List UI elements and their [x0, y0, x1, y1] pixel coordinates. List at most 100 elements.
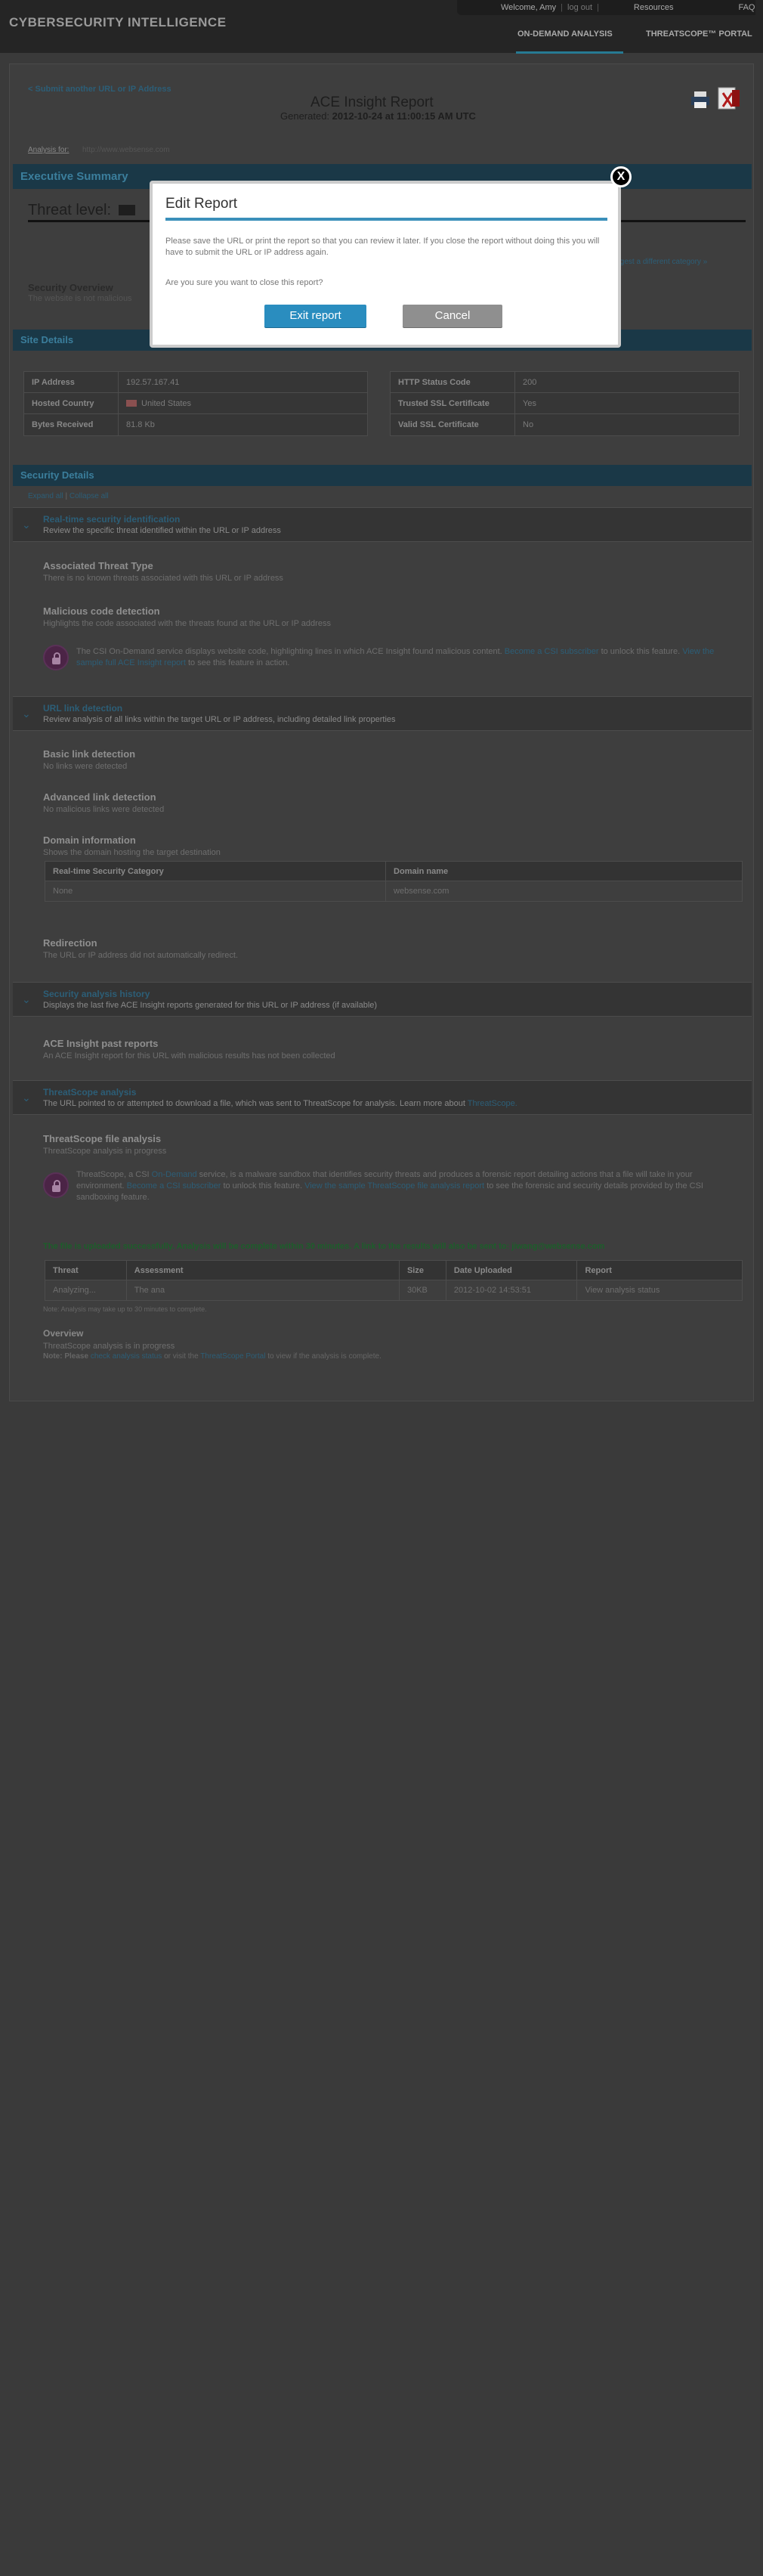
file-analysis-title: ThreatScope file analysis	[43, 1133, 162, 1144]
threatscope-learn-link[interactable]: ThreatScope.	[468, 1099, 517, 1108]
dialog-title: Edit Report	[165, 196, 238, 212]
section-threatscope[interactable]: ⌄ ThreatScope analysis The URL pointed t…	[13, 1080, 752, 1115]
redirection-text: The URL or IP address did not automatica…	[43, 951, 239, 960]
table-row: Analyzing... The ana 30KB 2012-10-02 14:…	[45, 1280, 742, 1300]
user-strip: Welcome, Amy | log out | Resources FAQ	[457, 0, 755, 15]
suggest-category-link[interactable]: Suggest a different category »	[607, 258, 707, 266]
kv-row: Trusted SSL Certificate Yes	[391, 393, 739, 414]
generated-label: Generated:	[280, 110, 330, 122]
kv-key: Bytes Received	[24, 414, 119, 435]
table-cell: websense.com	[394, 887, 449, 896]
on-demand-link[interactable]: On-Demand	[152, 1170, 197, 1179]
text: to unlock this feature.	[601, 647, 681, 656]
chevron-down-icon[interactable]: ⌄	[22, 519, 31, 531]
kv-value: 192.57.167.41	[126, 378, 180, 387]
text: The CSI On-Demand service displays websi…	[76, 647, 502, 656]
kv-row: Hosted Country United States	[24, 393, 367, 414]
section-url-link-detection[interactable]: ⌄ URL link detection Review analysis of …	[13, 696, 752, 731]
col-header: Date Uploaded	[446, 1261, 578, 1280]
text: to see this feature in action.	[187, 658, 290, 667]
flag-icon	[119, 205, 135, 215]
chevron-down-icon[interactable]: ⌄	[22, 707, 31, 720]
col-header: Size	[400, 1261, 446, 1280]
expand-collapse: Expand all | Collapse all	[28, 492, 109, 500]
resources-link[interactable]: Resources	[634, 3, 674, 12]
pdf-icon[interactable]	[717, 87, 741, 111]
chevron-down-icon[interactable]: ⌄	[22, 1091, 31, 1104]
kv-value: United States	[119, 393, 199, 413]
table-cell: None	[45, 881, 387, 901]
section-title: URL link detection	[43, 703, 123, 714]
analysis-url: http://www.websense.com	[82, 146, 170, 154]
text: to view if the analysis is complete.	[267, 1352, 382, 1361]
redirection-title: Redirection	[43, 937, 97, 949]
analysis-note: Note: Analysis may take up to 30 minutes…	[43, 1305, 207, 1313]
section-desc: Displays the last five ACE Insight repor…	[43, 1001, 378, 1010]
malicious-code-text: Highlights the code associated with the …	[43, 619, 331, 628]
table-cell: 2012-10-02 14:53:51	[446, 1280, 578, 1300]
print-icon[interactable]	[690, 90, 711, 110]
tab-on-demand-analysis[interactable]: ON-DEMAND ANALYSIS	[517, 28, 613, 53]
overview-text: ThreatScope analysis is in progress	[43, 1342, 175, 1351]
col-header: Domain name	[394, 867, 449, 876]
threatscope-portal-link[interactable]: ThreatScope Portal	[200, 1352, 265, 1361]
submit-another-link[interactable]: < Submit another URL or IP Address	[28, 85, 171, 94]
exit-report-button[interactable]: Exit report	[264, 305, 366, 327]
dialog-message: Please save the URL or print the report …	[165, 237, 600, 257]
kv-key: Trusted SSL Certificate	[391, 393, 515, 413]
country-name: United States	[141, 399, 192, 408]
section-title: ThreatScope analysis	[43, 1087, 137, 1098]
kv-value: No	[523, 420, 534, 429]
collapse-all-link[interactable]: Collapse all	[70, 492, 109, 500]
domain-info-title: Domain information	[43, 834, 136, 846]
lock-icon	[43, 1172, 69, 1198]
table-header: Real-time Security Category Domain name	[45, 862, 742, 881]
welcome-text: Welcome, Amy	[501, 3, 557, 12]
tab-threatscope-portal[interactable]: THREATSCOPE™ PORTAL	[646, 28, 752, 53]
section-title: Security analysis history	[43, 989, 150, 999]
col-header: Report	[585, 1266, 612, 1275]
expand-all-link[interactable]: Expand all	[28, 492, 63, 500]
table-cell: 30KB	[400, 1280, 446, 1300]
advanced-link-text: No malicious links were detected	[43, 805, 165, 814]
site-details-left: IP Address 192.57.167.41 Hosted Country Un…	[23, 371, 368, 436]
kv-value: Yes	[523, 399, 536, 408]
generated-line: Generated: 2012-10-24 at 11:00:15 AM UTC	[280, 110, 476, 122]
section-security-history[interactable]: ⌄ Security analysis history Displays the…	[13, 982, 752, 1017]
text: or visit the	[164, 1352, 199, 1361]
cancel-button[interactable]: Cancel	[403, 305, 502, 327]
brand-logo[interactable]: CYBERSECURITY INTELLIGENCE	[9, 15, 227, 30]
assoc-threat-text: There is no known threats associated wit…	[43, 574, 283, 583]
kv-key: IP Address	[24, 372, 119, 392]
close-icon[interactable]: X	[610, 166, 632, 187]
security-details-header: Security Details	[13, 465, 752, 486]
view-sample-threatscope-link[interactable]: View the sample ThreatScope file analysi…	[304, 1181, 484, 1190]
kv-key: HTTP Status Code	[391, 372, 515, 392]
col-header: Real-time Security Category	[45, 862, 387, 881]
section-realtime-security[interactable]: ⌄ Real-time security identification Revi…	[13, 507, 752, 542]
security-details-title: Security Details	[20, 469, 94, 481]
advanced-link-title: Advanced link detection	[43, 791, 156, 803]
table-cell: The ana	[127, 1280, 400, 1300]
basic-link-text: No links were detected	[43, 762, 128, 771]
us-flag-icon	[126, 400, 137, 407]
domain-info-text: Shows the domain hosting the target dest…	[43, 848, 221, 857]
security-overview-text: The website is not malicious	[28, 294, 132, 303]
security-overview-title: Security Overview	[28, 282, 113, 293]
lock-icon	[43, 645, 69, 670]
become-subscriber-link[interactable]: Become a CSI subscriber	[505, 647, 599, 656]
check-status-link[interactable]: check analysis status	[91, 1352, 162, 1361]
section-desc: Review the specific threat identified wi…	[43, 526, 281, 535]
separator: |	[561, 3, 564, 12]
past-reports-title: ACE Insight past reports	[43, 1038, 159, 1049]
section-desc: Review analysis of all links within the …	[43, 715, 396, 724]
past-reports-text: An ACE Insight report for this URL with …	[43, 1051, 335, 1060]
chevron-down-icon[interactable]: ⌄	[22, 993, 31, 1006]
generated-value: 2012-10-24 at 11:00:15 AM UTC	[332, 110, 476, 122]
view-analysis-status-link[interactable]: View analysis status	[577, 1280, 742, 1300]
upload-success-message: The file is uploaded successfully. Analy…	[43, 1242, 605, 1251]
faq-link[interactable]: FAQ	[738, 3, 755, 12]
section-title: Real-time security identification	[43, 514, 181, 525]
become-subscriber-link[interactable]: Become a CSI subscriber	[127, 1181, 221, 1190]
logout-link[interactable]: log out	[567, 3, 592, 12]
